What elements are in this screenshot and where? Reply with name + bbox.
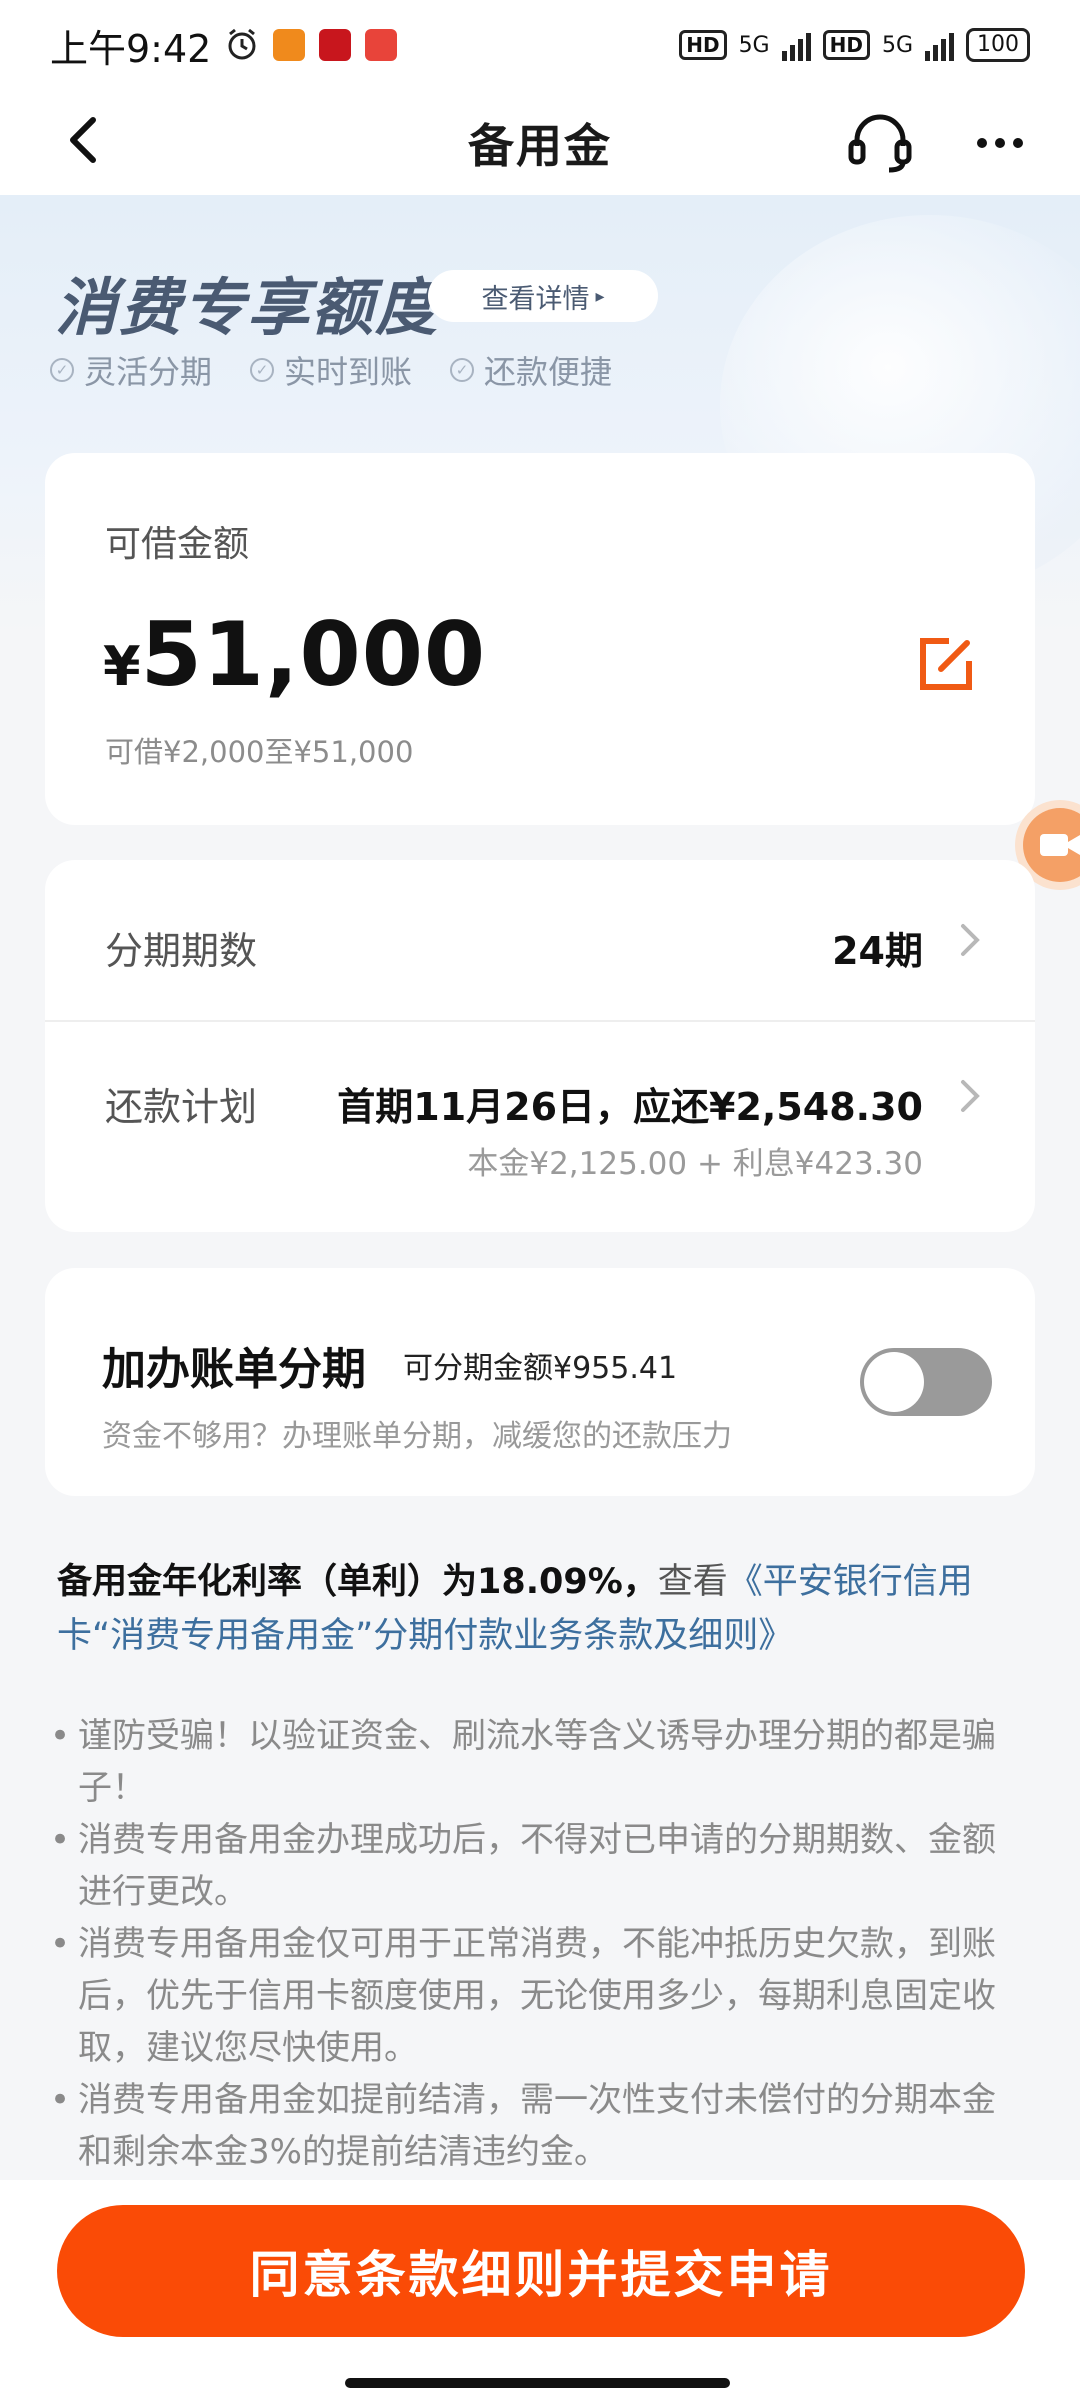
toggle-knob: [864, 1352, 924, 1412]
bill-installment-amount: 可分期金额¥955.41: [403, 1351, 678, 1386]
note-text: 消费专用备用金仅可用于正常消费，不能冲抵历史欠款，到账后，优先于信用卡额度使用，…: [78, 1924, 996, 2068]
repayment-plan-row[interactable]: 还款计划 首期11月26日，应还¥2,548.30 本金¥2,125.00 + …: [45, 1022, 1035, 1232]
page-title: 备用金: [468, 118, 612, 173]
repayment-label: 还款计划: [105, 1085, 258, 1129]
list-item: • 消费专用备用金办理成功后，不得对已申请的分期期数、金额进行更改。: [50, 1814, 1025, 1918]
repayment-value: 首期11月26日，应还¥2,548.30: [337, 1085, 923, 1129]
hd-label: HD: [679, 30, 727, 60]
app-notification-icon: [273, 29, 306, 61]
note-text: 消费专用备用金办理成功后，不得对已申请的分期期数、金额进行更改。: [78, 1820, 996, 1912]
more-dots-icon[interactable]: [965, 108, 1035, 178]
bottom-bar: 同意条款细则并提交申请: [0, 2180, 1080, 2400]
feature-label: 灵活分期: [84, 353, 213, 391]
bullet-icon: •: [50, 1716, 71, 1756]
nav-bar: 备用金: [0, 90, 1080, 195]
installment-plan-card: 分期期数 24期 还款计划 首期11月26日，应还¥2,548.30 本金¥2,…: [45, 860, 1035, 1232]
view-text: 查看: [657, 1562, 728, 1602]
hero-features: ✓ 灵活分期 ✓ 实时到账 ✓ 还款便捷: [50, 347, 612, 393]
feature-label: 实时到账: [284, 353, 413, 391]
installment-term-row[interactable]: 分期期数 24期: [45, 860, 1035, 1020]
repayment-detail: 本金¥2,125.00 + 利息¥423.30: [467, 1146, 923, 1182]
check-circle-icon: ✓: [250, 358, 275, 382]
edit-icon[interactable]: [915, 633, 977, 695]
signal-icon: [781, 29, 811, 61]
network-label: 5G: [738, 32, 770, 58]
feature-item: ✓ 还款便捷: [450, 347, 612, 393]
home-indicator[interactable]: [345, 2378, 730, 2388]
notes-list: • 谨防受骗！以验证资金、刷流水等含义诱导办理分期的都是骗子！ • 消费专用备用金办…: [50, 1710, 1025, 2178]
hd-label: HD: [822, 30, 870, 60]
check-circle-icon: ✓: [450, 358, 475, 382]
list-item: • 谨防受骗！以验证资金、刷流水等含义诱导办理分期的都是骗子！: [50, 1710, 1025, 1814]
amount-number: 51,000: [140, 603, 487, 706]
status-bar: 上午9:42 HD 5G HD 5G 100: [0, 0, 1080, 90]
battery-icon: 100: [966, 28, 1030, 62]
note-text: 谨防受骗！以验证资金、刷流水等含义诱导办理分期的都是骗子！: [78, 1716, 996, 1808]
feature-label: 还款便捷: [484, 353, 613, 391]
list-item: • 消费专用备用金如提前结清，需一次性支付未偿付的分期本金和剩余本金3%的提前结清…: [50, 2074, 1025, 2178]
chevron-right-icon: [961, 1080, 980, 1112]
check-circle-icon: ✓: [50, 358, 74, 382]
bill-installment-title: 加办账单分期: [102, 1344, 366, 1395]
hero-title: 消费专享额度: [55, 271, 440, 344]
note-text: 消费专用备用金如提前结清，需一次性支付未偿付的分期本金和剩余本金3%的提前结清违…: [78, 2080, 996, 2172]
bullet-icon: •: [50, 1820, 71, 1860]
view-details-label: 查看详情: [481, 283, 590, 315]
bill-installment-subtitle: 资金不够用？办理账单分期，减缓您的还款压力: [102, 1419, 732, 1454]
submit-button[interactable]: 同意条款细则并提交申请: [57, 2205, 1025, 2337]
bill-installment-toggle[interactable]: [860, 1348, 992, 1416]
term-value: 24期: [832, 929, 923, 973]
amount-range: 可借¥2,000至¥51,000: [105, 735, 414, 769]
list-item: • 消费专用备用金仅可用于正常消费，不能冲抵历史欠款，到账后，优先于信用卡额度使用…: [50, 1918, 1025, 2074]
network-label: 5G: [881, 32, 913, 58]
bullet-icon: •: [50, 2080, 71, 2120]
status-time: 上午9:42: [50, 26, 212, 71]
bullet-icon: •: [50, 1924, 71, 1964]
alarm-icon: [228, 28, 256, 60]
feature-item: ✓ 实时到账: [250, 347, 412, 393]
status-right: HD 5G HD 5G 100: [679, 28, 1030, 62]
chevron-left-icon[interactable]: [55, 110, 115, 170]
status-left: 上午9:42: [50, 18, 398, 73]
chevron-right-icon: [961, 924, 980, 956]
amount-value: ¥51,000: [103, 603, 486, 706]
view-details-button[interactable]: 查看详情 ▸: [428, 270, 658, 322]
rate-text: 备用金年化利率（单利）为18.09%，: [57, 1562, 658, 1602]
feature-item: ✓ 灵活分期: [50, 347, 212, 393]
app-notification-icon: [365, 29, 398, 61]
bill-installment-card: 加办账单分期 可分期金额¥955.41 资金不够用？办理账单分期，减缓您的还款压…: [45, 1268, 1035, 1496]
headset-icon[interactable]: [845, 108, 915, 178]
terms-text: 备用金年化利率（单利）为18.09%，查看《平安银行信用卡“消费专用备用金”分期…: [57, 1555, 1032, 1663]
currency-symbol: ¥: [103, 635, 141, 698]
term-label: 分期期数: [105, 929, 258, 973]
caret-right-icon: ▸: [595, 285, 605, 307]
amount-label: 可借金额: [105, 524, 250, 565]
signal-icon: [925, 29, 954, 61]
amount-card: 可借金额 ¥51,000 可借¥2,000至¥51,000: [45, 453, 1035, 825]
app-notification-icon: [319, 29, 352, 61]
